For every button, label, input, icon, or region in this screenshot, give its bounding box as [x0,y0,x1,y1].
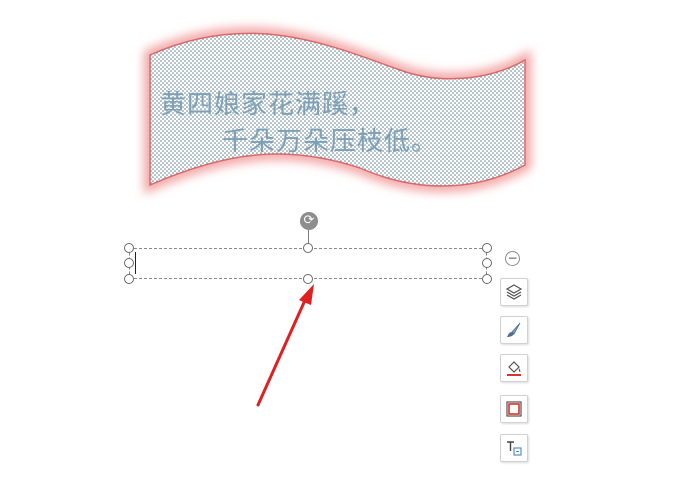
rotate-handle-icon[interactable]: ⟳ [300,212,318,230]
text-box-options-button[interactable] [500,434,528,462]
resize-handle-top[interactable] [303,243,313,253]
resize-handle-top-right[interactable] [482,243,492,253]
collapse-toolbar-icon[interactable]: − [505,251,520,266]
resize-handle-bottom-left[interactable] [124,274,134,284]
wave-banner-shape[interactable] [0,0,700,491]
shape-style-button[interactable] [500,316,528,344]
text-cursor [135,252,136,274]
text-box-icon [507,441,522,456]
rotate-handle-stem [308,230,309,244]
document-canvas: 黄四娘家花满蹊， 千朵万朵压枝低。 ⟳ − [0,0,700,491]
resize-handle-right[interactable] [482,258,492,268]
resize-handle-bottom[interactable] [303,274,313,284]
brush-icon [507,322,521,337]
resize-handle-top-left[interactable] [124,243,134,253]
fill-bucket-icon [507,361,521,376]
banner-text-line-1: 黄四娘家花满蹊， [160,90,377,120]
fill-color-button[interactable] [500,354,528,382]
layers-icon [505,284,523,300]
annotation-arrow-icon [256,284,314,407]
layers-button[interactable] [500,278,528,306]
outline-icon [506,401,522,417]
banner-text-line-2: 千朵万朵压枝低。 [222,127,439,157]
outline-button[interactable] [500,395,528,423]
resize-handle-left[interactable] [124,258,134,268]
resize-handle-bottom-right[interactable] [482,274,492,284]
